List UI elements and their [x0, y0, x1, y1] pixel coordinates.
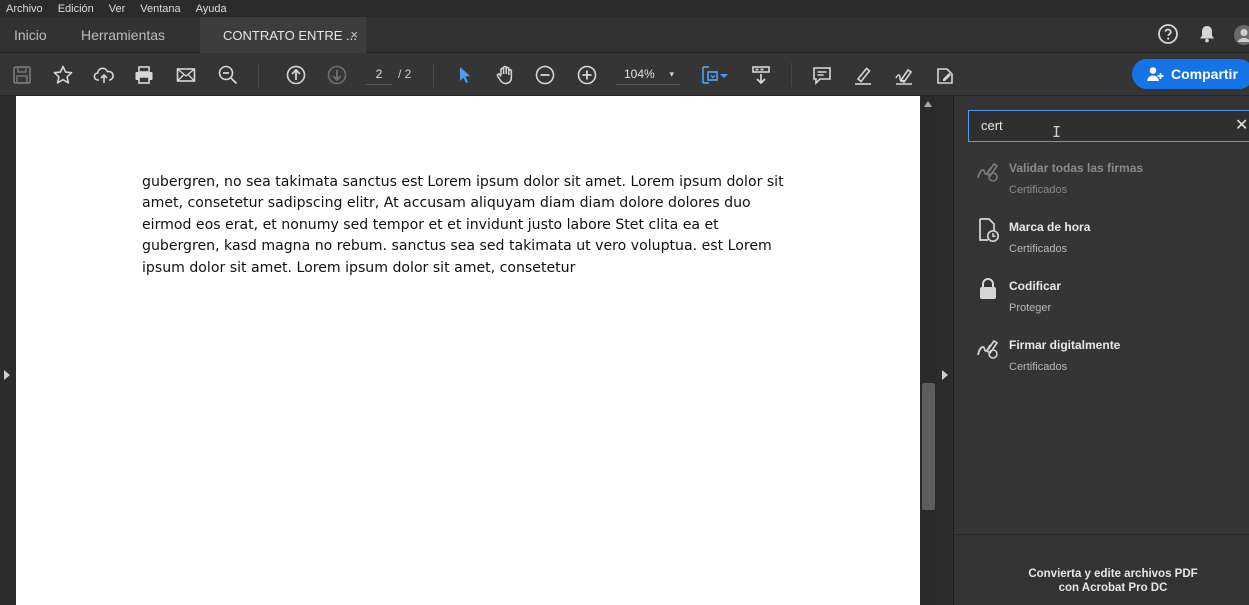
tool-result-title: Codificar — [1009, 279, 1062, 293]
notifications-bell-icon[interactable] — [1197, 23, 1217, 50]
tool-result-title: Marca de hora — [1009, 220, 1091, 234]
text-cursor-icon: I — [1052, 123, 1062, 141]
clear-search-button[interactable]: ✕ — [1235, 111, 1248, 141]
current-page-input[interactable]: 2 — [366, 65, 392, 85]
sign-digitally-icon — [977, 339, 999, 359]
document-page[interactable]: gubergren, no sea takimata sanctus est L… — [16, 96, 920, 605]
hand-tool-icon[interactable] — [493, 63, 517, 87]
email-icon[interactable] — [174, 63, 198, 87]
tab-close-button[interactable]: × — [350, 27, 358, 42]
tool-result-validar-firmas[interactable]: Validar todas las firmas Certificados — [975, 158, 1235, 206]
menu-ayuda[interactable]: Ayuda — [196, 3, 227, 15]
tool-result-codificar[interactable]: Codificar Proteger — [975, 276, 1235, 324]
tool-result-category: Proteger — [1009, 302, 1052, 314]
tab-home[interactable]: Inicio — [14, 17, 47, 53]
tab-bar: Inicio Herramientas CONTRATO ENTRE ... × — [0, 17, 1249, 53]
menu-edicion[interactable]: Edición — [58, 3, 94, 15]
save-icon[interactable] — [10, 63, 34, 87]
toolbar-divider — [258, 63, 259, 87]
page-total: / 2 — [398, 67, 412, 81]
comment-icon[interactable] — [810, 63, 834, 87]
tool-result-category: Certificados — [1009, 184, 1068, 196]
highlight-pen-icon[interactable] — [851, 63, 875, 87]
menu-ventana[interactable]: Ventana — [140, 3, 180, 15]
scrollbar-thumb[interactable] — [922, 383, 935, 510]
timestamp-icon — [979, 218, 999, 242]
tool-result-title: Firmar digitalmente — [1009, 338, 1121, 352]
zoom-level-select[interactable]: 104% ▾ — [616, 65, 680, 85]
tab-tools[interactable]: Herramientas — [81, 17, 165, 53]
lock-icon — [980, 278, 996, 299]
document-body-text: gubergren, no sea takimata sanctus est L… — [142, 174, 784, 276]
toolbar-divider — [433, 63, 434, 87]
tool-result-category: Certificados — [1009, 243, 1068, 255]
fill-sign-icon[interactable] — [892, 63, 916, 87]
zoom-out-icon[interactable] — [533, 63, 557, 87]
menu-archivo[interactable]: Archivo — [6, 3, 43, 15]
toolbar-divider — [791, 63, 792, 87]
scroll-up-arrow-icon[interactable] — [924, 101, 932, 107]
share-button-label: Compartir — [1171, 66, 1238, 82]
add-user-icon — [1147, 67, 1164, 81]
tools-search-panel: cert I ✕ Validar todas las firmas Certif… — [954, 96, 1249, 605]
menu-bar: Archivo Edición Ver Ventana Ayuda — [0, 0, 1249, 17]
tab-document-label: CONTRATO ENTRE ... — [223, 27, 357, 43]
promo-line-2: con Acrobat Pro DC — [1058, 582, 1168, 594]
next-page-icon[interactable] — [325, 63, 349, 87]
toolbar: 2 / 2 104% ▾ Compartir — [0, 53, 1249, 96]
validate-signatures-icon — [977, 162, 999, 182]
scroll-mode-icon[interactable] — [749, 63, 773, 87]
zoom-caret-icon: ▾ — [669, 69, 674, 79]
tools-search-input[interactable]: cert I ✕ — [968, 110, 1249, 142]
zoom-in-icon[interactable] — [575, 63, 599, 87]
tool-result-marca-de-hora[interactable]: Marca de hora Certificados — [975, 217, 1235, 265]
print-icon[interactable] — [132, 63, 156, 87]
previous-page-icon[interactable] — [284, 63, 308, 87]
help-icon[interactable] — [1157, 23, 1179, 50]
tool-result-firmar-digitalmente[interactable]: Firmar digitalmente Certificados — [975, 335, 1235, 383]
left-panel-collapsed — [0, 96, 16, 605]
tools-search-query: cert — [981, 118, 1003, 133]
bookmark-star-icon[interactable] — [51, 63, 75, 87]
cloud-upload-icon[interactable] — [92, 63, 116, 87]
right-panel-toggle-strip — [937, 96, 954, 605]
expand-left-panel-icon[interactable] — [4, 370, 10, 380]
acrobat-pro-promo[interactable]: Convierta y edite archivos PDF con Acrob… — [954, 534, 1249, 605]
zoom-level-value: 104% — [624, 67, 655, 81]
promo-text: Convierta y edite archivos PDF con Acrob… — [954, 567, 1249, 595]
edit-tools-icon[interactable] — [933, 63, 957, 87]
user-avatar[interactable] — [1234, 24, 1249, 51]
select-cursor-icon[interactable] — [452, 63, 476, 87]
tool-result-category: Certificados — [1009, 361, 1068, 373]
collapse-right-panel-icon[interactable] — [942, 370, 948, 380]
promo-line-1: Convierta y edite archivos PDF — [1028, 568, 1198, 580]
menu-ver[interactable]: Ver — [109, 3, 126, 15]
tab-document[interactable]: CONTRATO ENTRE ... × — [200, 17, 366, 53]
share-button[interactable]: Compartir — [1132, 59, 1249, 89]
page-fit-dropdown-icon[interactable] — [717, 63, 731, 87]
document-scrollbar[interactable] — [920, 96, 937, 605]
tool-result-title: Validar todas las firmas — [1009, 161, 1144, 175]
search-zoom-out-icon[interactable] — [216, 63, 240, 87]
